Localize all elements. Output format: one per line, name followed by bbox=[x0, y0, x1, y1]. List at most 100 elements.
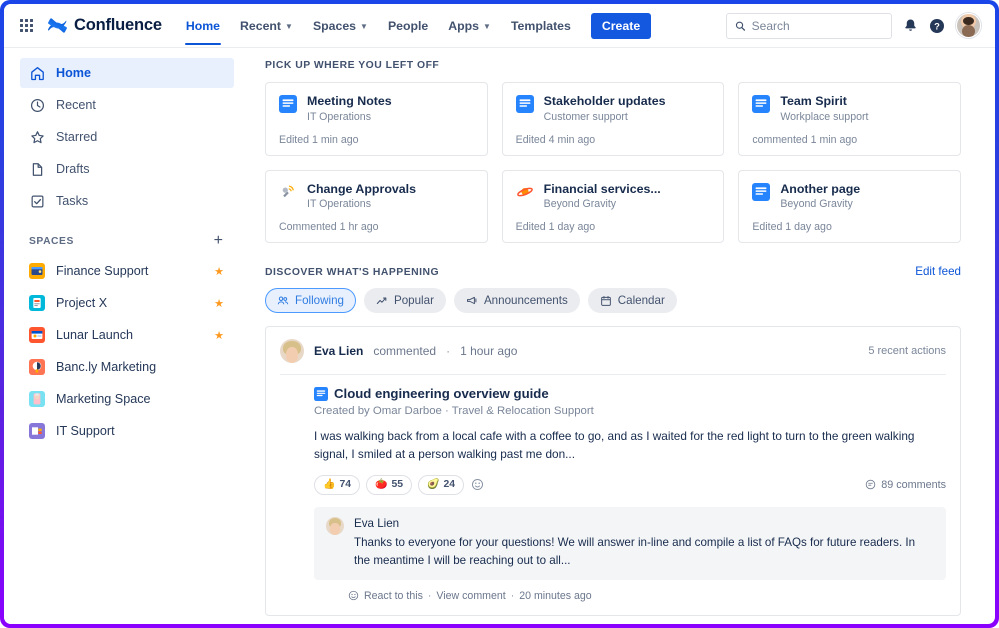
feed-timestamp: 1 hour ago bbox=[460, 344, 517, 358]
bell-icon[interactable] bbox=[903, 18, 918, 33]
tab-calendar-label: Calendar bbox=[618, 294, 665, 307]
react-to-this-link[interactable]: React to this bbox=[364, 590, 423, 602]
reaction-chip[interactable]: 🥑 24 bbox=[418, 475, 464, 495]
tab-calendar[interactable]: Calendar bbox=[588, 288, 677, 313]
comments-count[interactable]: 89 comments bbox=[865, 479, 946, 491]
feed-recent-actions[interactable]: 5 recent actions bbox=[868, 345, 946, 357]
star-icon[interactable]: ★ bbox=[214, 297, 224, 310]
pickup-card[interactable]: Another page Beyond Gravity Edited 1 day… bbox=[738, 170, 961, 244]
feed-excerpt: I was walking back from a local cafe wit… bbox=[314, 427, 922, 464]
pickup-card[interactable]: Financial services... Beyond Gravity Edi… bbox=[502, 170, 725, 244]
space-avatar-icon bbox=[29, 391, 45, 407]
pickup-card-space: IT Operations bbox=[307, 198, 416, 210]
pickup-card-space: Beyond Gravity bbox=[544, 198, 661, 210]
reply-text: Thanks to everyone for your questions! W… bbox=[354, 534, 934, 570]
nav-item-apps-label: Apps bbox=[448, 19, 479, 33]
reactions-row: 👍 74 🍅 55 🥑 24 bbox=[314, 475, 946, 495]
space-item-project-x[interactable]: Project X ★ bbox=[20, 288, 234, 318]
sidebar-item-drafts[interactable]: Drafts bbox=[20, 154, 234, 184]
calendar-icon bbox=[600, 295, 612, 307]
sidebar-item-home[interactable]: Home bbox=[20, 58, 234, 88]
space-item-it-support[interactable]: IT Support bbox=[20, 416, 234, 446]
view-comment-link[interactable]: View comment bbox=[436, 590, 505, 602]
space-item-finance-support[interactable]: Finance Support ★ bbox=[20, 256, 234, 286]
nav-item-home-label: Home bbox=[186, 19, 220, 33]
avatar[interactable] bbox=[326, 517, 344, 535]
pickup-card[interactable]: Team Spirit Workplace support commented … bbox=[738, 82, 961, 156]
space-item-label: Lunar Launch bbox=[56, 328, 203, 342]
help-circle-icon[interactable]: ? bbox=[929, 18, 945, 34]
space-item-lunar-launch[interactable]: Lunar Launch ★ bbox=[20, 320, 234, 350]
feed-reply: Eva Lien Thanks to everyone for your que… bbox=[314, 507, 946, 580]
app-screen: Confluence Home Recent ▼ Spaces ▼ People… bbox=[4, 4, 995, 624]
reply-timestamp: 20 minutes ago bbox=[519, 590, 591, 602]
pickup-card-meta: Commented 1 hr ago bbox=[279, 221, 474, 233]
planet-icon bbox=[516, 183, 534, 201]
pickup-card-title: Financial services... bbox=[544, 182, 661, 198]
page-blue-icon bbox=[752, 95, 770, 113]
plus-icon[interactable]: + bbox=[214, 233, 225, 249]
separator: · bbox=[428, 590, 432, 602]
nav-item-people[interactable]: People bbox=[378, 6, 438, 45]
tab-popular-label: Popular bbox=[394, 294, 434, 307]
space-item-label: Marketing Space bbox=[56, 392, 225, 406]
chevron-down-icon: ▼ bbox=[360, 23, 368, 31]
add-reaction-icon[interactable] bbox=[348, 590, 359, 601]
primary-nav: Home Recent ▼ Spaces ▼ People Apps ▼ Tem… bbox=[176, 6, 651, 45]
grid-apps-icon[interactable] bbox=[16, 16, 36, 36]
feed-tabs: Following Popular Announcements bbox=[265, 288, 961, 313]
create-button[interactable]: Create bbox=[591, 13, 651, 39]
search-input[interactable] bbox=[752, 19, 883, 33]
megaphone-icon bbox=[466, 295, 478, 307]
nav-item-home[interactable]: Home bbox=[176, 6, 230, 45]
nav-item-apps[interactable]: Apps ▼ bbox=[438, 6, 501, 45]
pickup-card-title: Change Approvals bbox=[307, 182, 416, 198]
svg-text:?: ? bbox=[934, 20, 940, 31]
space-item-marketing-space[interactable]: Marketing Space bbox=[20, 384, 234, 414]
search-icon bbox=[735, 20, 746, 32]
sidebar-item-starred[interactable]: Starred bbox=[20, 122, 234, 152]
reply-actions: React to this · View comment · 20 minute… bbox=[314, 590, 946, 602]
search-box[interactable] bbox=[726, 13, 892, 39]
space-avatar-icon bbox=[29, 359, 45, 375]
nav-item-recent-label: Recent bbox=[240, 19, 281, 33]
sidebar-item-recent[interactable]: Recent bbox=[20, 90, 234, 120]
pickup-card[interactable]: Meeting Notes IT Operations Edited 1 min… bbox=[265, 82, 488, 156]
nav-item-templates[interactable]: Templates bbox=[501, 6, 581, 45]
separator: · bbox=[446, 344, 450, 358]
avatar[interactable] bbox=[956, 13, 981, 38]
nav-item-spaces-label: Spaces bbox=[313, 19, 356, 33]
feed-page-link[interactable]: Cloud engineering overview guide bbox=[314, 386, 946, 401]
tab-following[interactable]: Following bbox=[265, 288, 356, 313]
avatar[interactable] bbox=[280, 339, 304, 363]
tab-popular[interactable]: Popular bbox=[364, 288, 446, 313]
feed-item: Eva Lien commented · 1 hour ago 5 recent… bbox=[265, 326, 961, 616]
reaction-chip[interactable]: 🍅 55 bbox=[366, 475, 412, 495]
space-item-bancly-marketing[interactable]: Banc.ly Marketing bbox=[20, 352, 234, 382]
comment-icon bbox=[865, 479, 876, 490]
sidebar-item-starred-label: Starred bbox=[56, 130, 97, 144]
star-icon[interactable]: ★ bbox=[214, 329, 224, 342]
sidebar-item-tasks[interactable]: Tasks bbox=[20, 186, 234, 216]
add-reaction-icon[interactable] bbox=[471, 478, 484, 491]
reaction-count: 55 bbox=[391, 479, 403, 490]
top-navigation-bar: Confluence Home Recent ▼ Spaces ▼ People… bbox=[4, 4, 995, 48]
chevron-down-icon: ▼ bbox=[285, 23, 293, 31]
window-frame: Confluence Home Recent ▼ Spaces ▼ People… bbox=[0, 0, 999, 628]
pickup-card[interactable]: Change Approvals IT Operations Commented… bbox=[265, 170, 488, 244]
nav-item-spaces[interactable]: Spaces ▼ bbox=[303, 6, 378, 45]
pickup-card-meta: Edited 1 min ago bbox=[279, 134, 474, 146]
reaction-chip[interactable]: 👍 74 bbox=[314, 475, 360, 495]
pickup-card[interactable]: Stakeholder updates Customer support Edi… bbox=[502, 82, 725, 156]
pickup-card-space: IT Operations bbox=[307, 111, 392, 123]
space-avatar-icon bbox=[29, 295, 45, 311]
tab-announcements[interactable]: Announcements bbox=[454, 288, 580, 313]
feed-actor-name[interactable]: Eva Lien bbox=[314, 344, 363, 358]
reaction-emoji: 🥑 bbox=[427, 480, 439, 490]
star-icon[interactable]: ★ bbox=[214, 265, 224, 278]
pickup-card-space: Customer support bbox=[544, 111, 666, 123]
nav-item-recent[interactable]: Recent ▼ bbox=[230, 6, 303, 45]
confluence-logo[interactable]: Confluence bbox=[48, 16, 162, 35]
reaction-count: 24 bbox=[443, 479, 455, 490]
edit-feed-link[interactable]: Edit feed bbox=[915, 265, 961, 278]
